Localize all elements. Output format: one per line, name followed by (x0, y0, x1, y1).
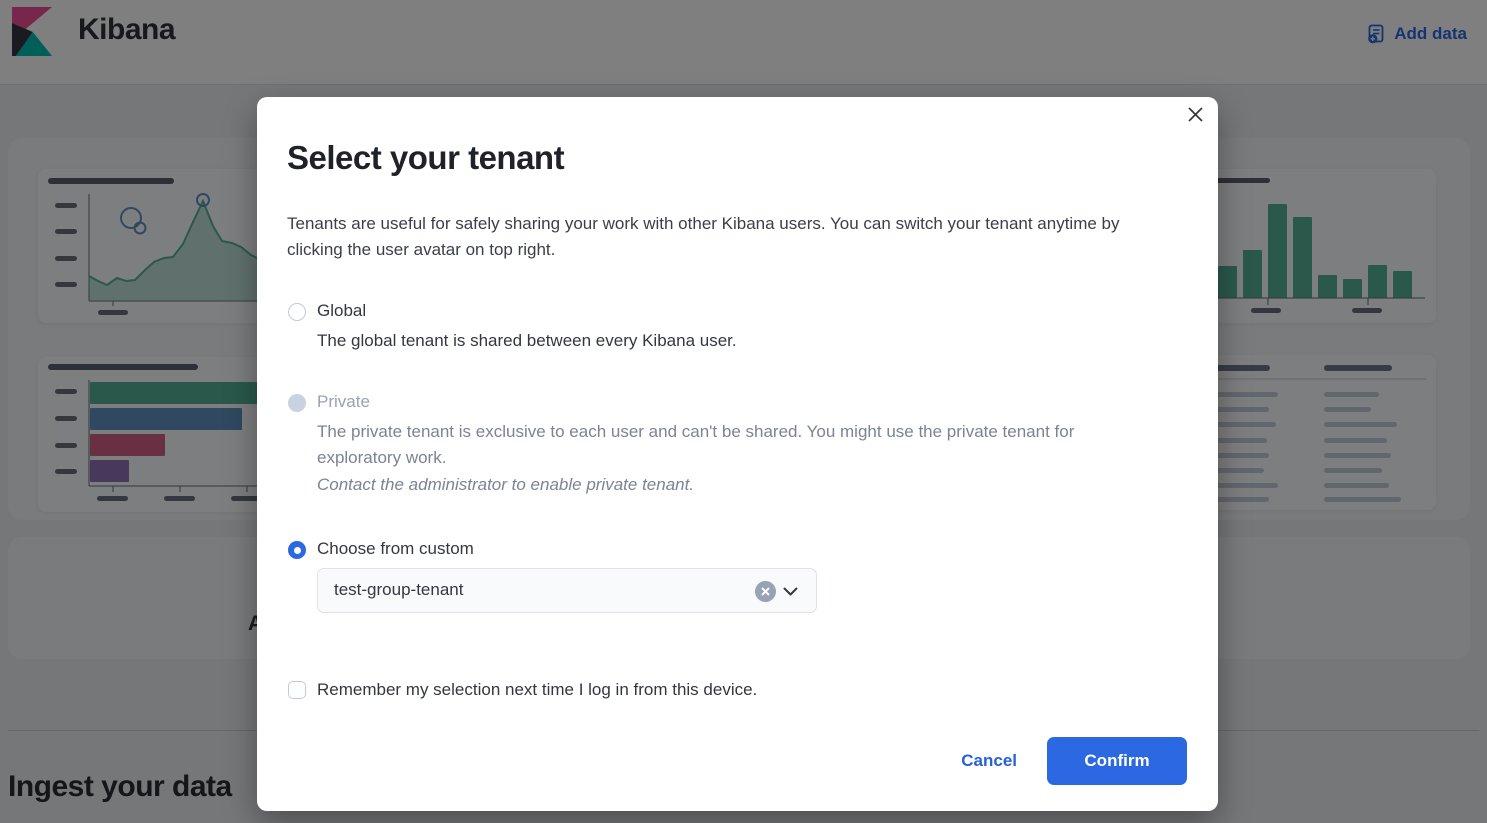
private-admin-note: Contact the administrator to enable priv… (317, 475, 694, 495)
tenant-combobox-value: test-group-tenant (334, 580, 463, 600)
close-icon[interactable] (1182, 103, 1208, 129)
radio-global[interactable] (288, 303, 306, 321)
private-description-line2: exploratory work. (317, 448, 446, 467)
chevron-down-icon[interactable] (782, 583, 799, 605)
modal-footer: Cancel Confirm (961, 737, 1187, 785)
radio-choose-from-custom[interactable] (288, 541, 306, 559)
global-description: The global tenant is shared between ever… (317, 328, 737, 354)
radio-global-label[interactable]: Global (317, 301, 366, 321)
radio-private-label: Private (317, 392, 370, 412)
tenant-combobox[interactable]: test-group-tenant (317, 568, 817, 613)
clear-selection-icon[interactable] (755, 581, 776, 602)
radio-choose-from-custom-label[interactable]: Choose from custom (317, 539, 474, 559)
modal-description-line1: Tenants are useful for safely sharing yo… (287, 214, 1120, 233)
remember-selection-label[interactable]: Remember my selection next time I log in… (317, 680, 757, 700)
modal-description: Tenants are useful for safely sharing yo… (287, 211, 1197, 263)
confirm-button[interactable]: Confirm (1047, 737, 1187, 785)
private-description-line1: The private tenant is exclusive to each … (317, 422, 1074, 441)
cancel-button[interactable]: Cancel (961, 751, 1017, 771)
radio-private (288, 394, 306, 412)
remember-selection-checkbox[interactable] (288, 681, 306, 699)
private-description: The private tenant is exclusive to each … (317, 419, 1074, 471)
modal-title: Select your tenant (287, 137, 564, 179)
modal-description-line2: clicking the user avatar on top right. (287, 240, 555, 259)
select-tenant-modal: Select your tenant Tenants are useful fo… (257, 97, 1218, 811)
